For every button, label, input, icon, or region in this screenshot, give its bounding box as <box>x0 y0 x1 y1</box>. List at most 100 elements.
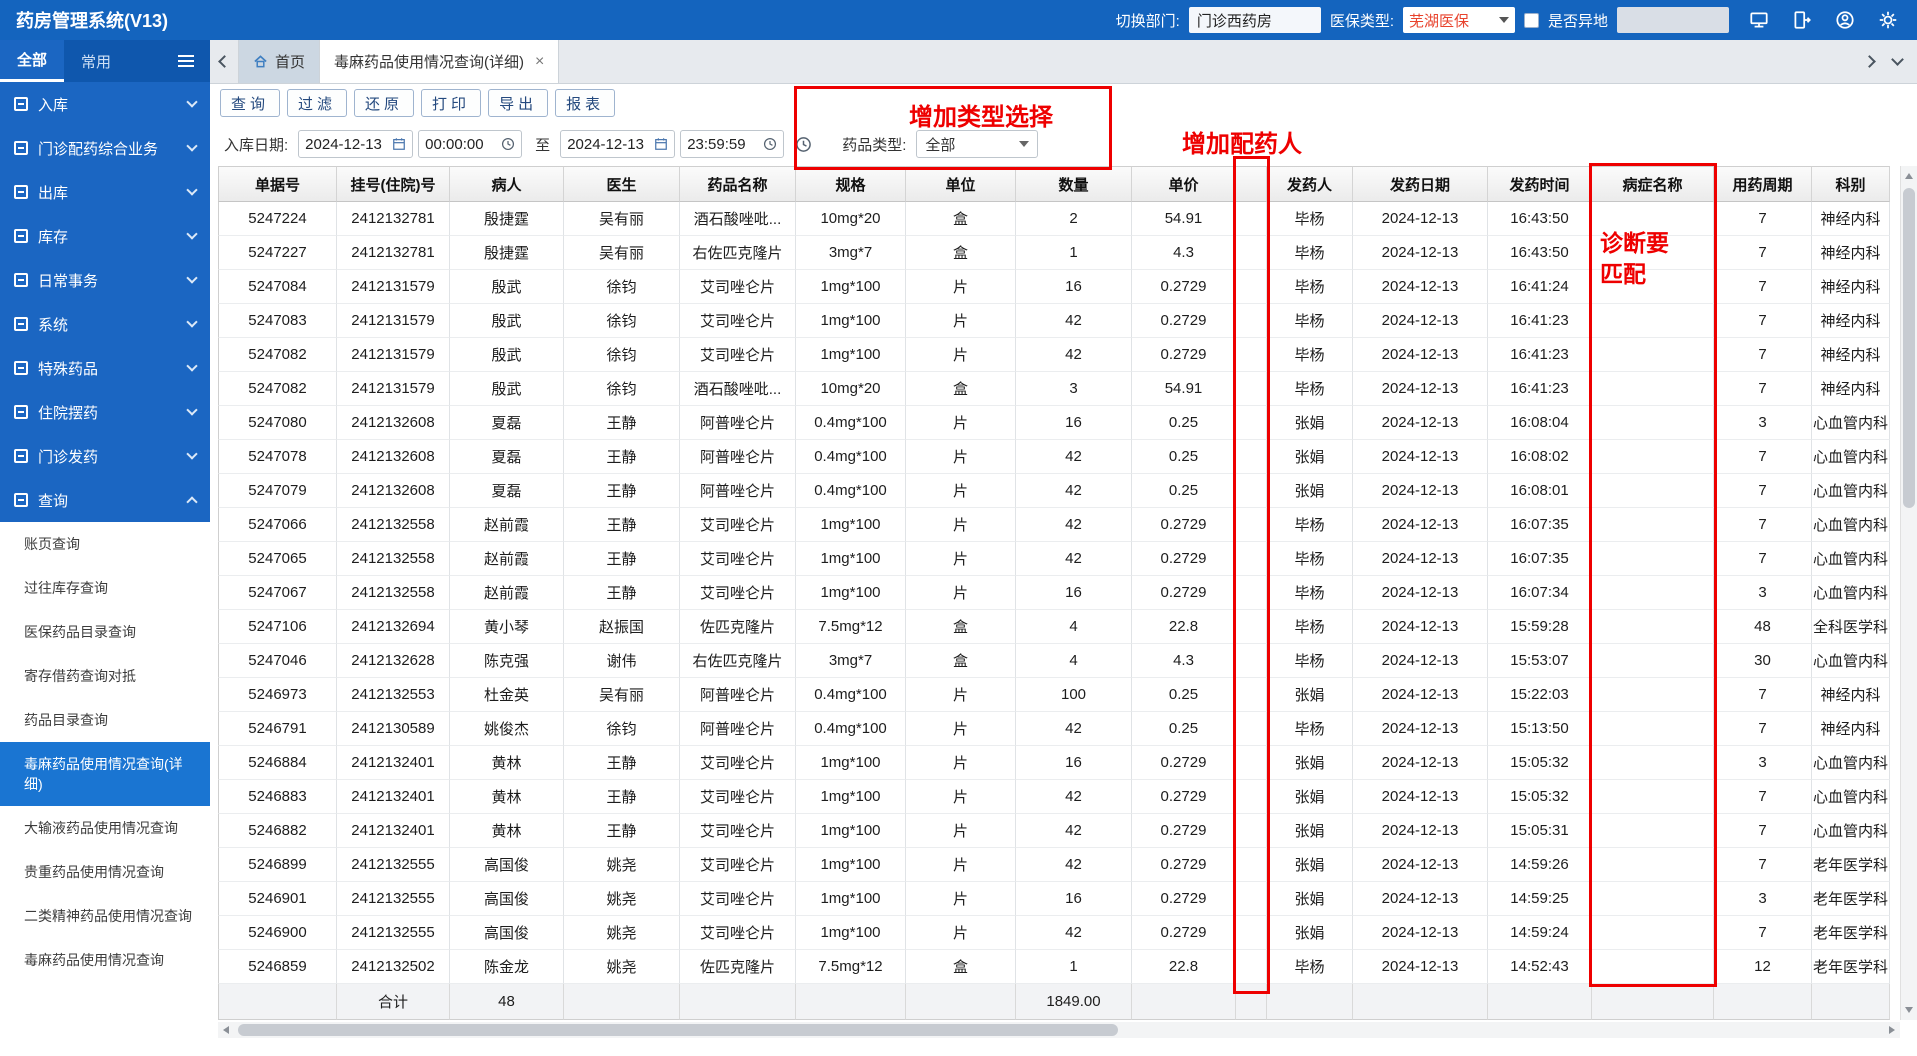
table-row[interactable]: 5246901 2412132555 高国俊 姚尧 艾司唑仑片 1mg*100 片 16 0.2… <box>218 882 1917 916</box>
toolbar-button-export[interactable]: 导出 <box>488 89 549 117</box>
table-row[interactable]: 5247082 2412131579 殷武 徐钧 酒石酸唑吡... 10mg*20 盒 3 54… <box>218 372 1917 406</box>
hamburger-icon[interactable] <box>178 40 210 82</box>
table-cell: 2412132608 <box>337 406 450 440</box>
sidebar-item-outpatient-dispensing-business[interactable]: 门诊配药综合业务 <box>0 126 210 170</box>
remote-checkbox[interactable] <box>1523 12 1539 28</box>
sidebar-subitem-insurance-drug-catalog-query[interactable]: 医保药品目录查询 <box>0 610 210 654</box>
extra-input[interactable] <box>1617 7 1729 33</box>
toolbar-button-filter[interactable]: 过滤 <box>287 89 348 117</box>
table-row[interactable]: 5247066 2412132558 赵前霞 王静 艾司唑仑片 1mg*100 片 42 0.2… <box>218 508 1917 542</box>
time-to-input[interactable]: 23:59:59 <box>680 130 785 158</box>
table-row[interactable]: 5246883 2412132401 黄林 王静 艾司唑仑片 1mg*100 片 42 0.27… <box>218 780 1917 814</box>
sidebar-item-query[interactable]: 查询 <box>0 478 210 522</box>
sidebar-subitem-narcotic-usage-detail-query[interactable]: 毒麻药品使用情况查询(详细) <box>0 742 210 806</box>
table-row[interactable]: 5247046 2412132628 陈克强 谢伟 右佐匹克隆片 3mg*7 盒 4 4.3 毕杨… <box>218 644 1917 678</box>
search-icon <box>14 493 28 507</box>
scroll-down-arrow-icon[interactable] <box>1905 1007 1913 1013</box>
sidebar-item-daily-affairs[interactable]: 日常事务 <box>0 258 210 302</box>
toolbar-button-print[interactable]: 打印 <box>421 89 482 117</box>
table-cell: 5247065 <box>218 542 337 576</box>
scroll-up-arrow-icon[interactable] <box>1905 173 1913 179</box>
sidebar-subitem-valuable-drug-usage-query[interactable]: 贵重药品使用情况查询 <box>0 850 210 894</box>
sidebar-subitem-narcotic-usage-query[interactable]: 毒麻药品使用情况查询 <box>0 938 210 982</box>
table-cell <box>1236 236 1267 270</box>
scrollbar-thumb[interactable] <box>238 1024 1118 1036</box>
table-cell: 心血管内科 <box>1812 780 1890 814</box>
table-row[interactable]: 5247065 2412132558 赵前霞 王静 艾司唑仑片 1mg*100 片 42 0.2… <box>218 542 1917 576</box>
table-row[interactable]: 5247227 2412132781 殷捷霆 吴有丽 右佐匹克隆片 3mg*7 盒 1 4.3 毕… <box>218 236 1917 270</box>
toolbar-button-query[interactable]: 查询 <box>220 89 281 117</box>
column-header: 发药时间 <box>1488 166 1592 202</box>
table-row[interactable]: 5247084 2412131579 殷武 徐钧 艾司唑仑片 1mg*100 片 16 0.27… <box>218 270 1917 304</box>
sidebar-subitem-ledger-query[interactable]: 账页查询 <box>0 522 210 566</box>
table-cell: 3 <box>1714 406 1812 440</box>
table-cell: 片 <box>906 848 1016 882</box>
horizontal-scrollbar[interactable] <box>218 1022 1900 1038</box>
sidebar-item-special-drugs[interactable]: 特殊药品 <box>0 346 210 390</box>
sidebar-subitem-deposit-borrow-query[interactable]: 寄存借药查询对抵 <box>0 654 210 698</box>
table-row[interactable]: 5247067 2412132558 赵前霞 王静 艾司唑仑片 1mg*100 片 16 0.2… <box>218 576 1917 610</box>
tab-active[interactable]: 毒麻药品使用情况查询(详细) × <box>320 40 560 83</box>
tab-scroll-right-button[interactable] <box>1855 40 1883 83</box>
sidebar-item-outpatient-issue[interactable]: 门诊发药 <box>0 434 210 478</box>
clock-icon[interactable] <box>795 136 812 153</box>
tab-list-button[interactable] <box>1883 40 1911 83</box>
scroll-left-arrow-icon[interactable] <box>223 1026 229 1034</box>
sidebar-item-inpatient-dispensing[interactable]: 住院摆药 <box>0 390 210 434</box>
sidebar-subitem-infusion-usage-query[interactable]: 大输液药品使用情况查询 <box>0 806 210 850</box>
dept-input[interactable]: 门诊西药房 <box>1188 7 1321 33</box>
table-cell <box>1812 984 1890 1020</box>
table-row[interactable]: 5247082 2412131579 殷武 徐钧 艾司唑仑片 1mg*100 片 42 0.27… <box>218 338 1917 372</box>
table-row[interactable]: 5246899 2412132555 高国俊 姚尧 艾司唑仑片 1mg*100 片 42 0.2… <box>218 848 1917 882</box>
table-row[interactable]: 5246791 2412130589 姚俊杰 徐钧 阿普唑仑片 0.4mg*100 片 42 0… <box>218 712 1917 746</box>
to-label: 至 <box>535 136 551 154</box>
table-cell: 5247080 <box>218 406 337 440</box>
table-row[interactable]: 5247224 2412132781 殷捷霆 吴有丽 酒石酸唑吡... 10mg*20 盒 2… <box>218 202 1917 236</box>
close-icon[interactable]: × <box>535 53 544 71</box>
table-row[interactable]: 5247078 2412132608 夏磊 王静 阿普唑仑片 0.4mg*100 片 42 0.… <box>218 440 1917 474</box>
table-cell: 王静 <box>564 746 680 780</box>
sidebar-subitem-drug-catalog-query[interactable]: 药品目录查询 <box>0 698 210 742</box>
table-row[interactable]: 5247106 2412132694 黄小琴 赵振国 佐匹克隆片 7.5mg*12 盒 4 22… <box>218 610 1917 644</box>
sidebar-subitem-past-inventory-query[interactable]: 过往库存查询 <box>0 566 210 610</box>
tab-scroll-left-button[interactable] <box>210 40 238 83</box>
vertical-scrollbar[interactable] <box>1900 166 1917 1020</box>
sidebar-item-outbound[interactable]: 出库 <box>0 170 210 214</box>
table-row[interactable]: 5246884 2412132401 黄林 王静 艾司唑仑片 1mg*100 片 16 0.27… <box>218 746 1917 780</box>
logout-icon[interactable] <box>1789 7 1815 33</box>
toolbar-button-report[interactable]: 报表 <box>555 89 616 117</box>
table-cell: 1 <box>1016 236 1132 270</box>
sidebar-item-inbound[interactable]: 入库 <box>0 82 210 126</box>
date-from-input[interactable]: 2024-12-13 <box>298 130 414 158</box>
sidebar-item-inventory[interactable]: 库存 <box>0 214 210 258</box>
table-row[interactable]: 5247080 2412132608 夏磊 王静 阿普唑仑片 0.4mg*100 片 16 0.… <box>218 406 1917 440</box>
user-circle-icon[interactable] <box>1832 7 1858 33</box>
toolbar-button-restore[interactable]: 还原 <box>354 89 415 117</box>
outbound-icon <box>14 185 28 199</box>
scroll-right-arrow-icon[interactable] <box>1889 1026 1895 1034</box>
table-row[interactable]: 5246900 2412132555 高国俊 姚尧 艾司唑仑片 1mg*100 片 42 0.2… <box>218 916 1917 950</box>
table-cell: 5246899 <box>218 848 337 882</box>
table-row[interactable]: 5246859 2412132502 陈金龙 姚尧 佐匹克隆片 7.5mg*12 盒 1 22.… <box>218 950 1917 984</box>
table-cell: 0.2729 <box>1132 916 1236 950</box>
table-row[interactable]: 5247083 2412131579 殷武 徐钧 艾司唑仑片 1mg*100 片 42 0.27… <box>218 304 1917 338</box>
scrollbar-thumb[interactable] <box>1903 188 1915 508</box>
date-to-input[interactable]: 2024-12-13 <box>560 130 676 158</box>
table-cell: 5247227 <box>218 236 337 270</box>
monitor-icon[interactable] <box>1746 7 1772 33</box>
sidebar-item-system[interactable]: 系统 <box>0 302 210 346</box>
table-cell: 徐钧 <box>564 712 680 746</box>
table-row[interactable]: 5246882 2412132401 黄林 王静 艾司唑仑片 1mg*100 片 42 0.27… <box>218 814 1917 848</box>
table-cell <box>1592 270 1714 304</box>
tab-home[interactable]: 首页 <box>238 40 321 83</box>
sidebar-tab-common[interactable]: 常用 <box>64 40 128 82</box>
sidebar-subitem-psychotropic2-usage-query[interactable]: 二类精神药品使用情况查询 <box>0 894 210 938</box>
insurance-select[interactable]: 芜湖医保 <box>1402 7 1515 33</box>
time-from-input[interactable]: 00:00:00 <box>418 130 523 158</box>
drug-type-select[interactable]: 全部 <box>916 130 1039 158</box>
table-row[interactable]: 5246973 2412132553 杜金英 吴有丽 阿普唑仑片 0.4mg*100 片 10… <box>218 678 1917 712</box>
sidebar-tab-all[interactable]: 全部 <box>0 40 64 82</box>
settings-gear-icon[interactable] <box>1875 7 1901 33</box>
table-row[interactable]: 5247079 2412132608 夏磊 王静 阿普唑仑片 0.4mg*100 片 42 0.… <box>218 474 1917 508</box>
table-cell: 姚尧 <box>564 882 680 916</box>
